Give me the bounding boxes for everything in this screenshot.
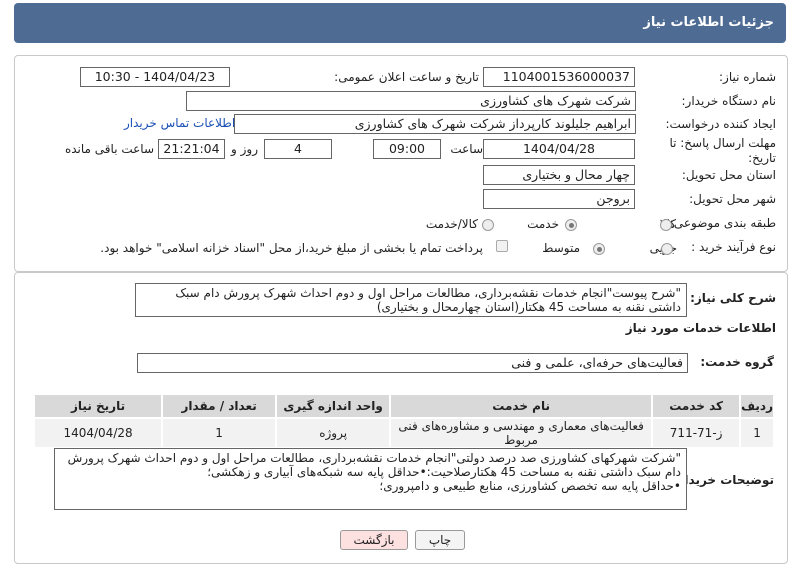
print-button[interactable]: چاپ xyxy=(415,530,465,550)
process-label: نوع فرآیند خرید : xyxy=(691,240,776,254)
requester-label: ایجاد کننده درخواست: xyxy=(665,117,776,131)
category-option-both-radio[interactable] xyxy=(482,219,494,231)
days-label: روز و xyxy=(231,142,258,156)
announce-field: 1404/04/23 - 10:30 xyxy=(80,67,230,87)
general-desc-textarea[interactable]: "شرح پیوست"انجام خدمات نقشه‌برداری، مطال… xyxy=(135,283,687,317)
buyer-org-field: شرکت شهرک های کشاورزی xyxy=(186,91,636,111)
treasury-payment-checkbox[interactable] xyxy=(496,240,508,252)
service-group-field: فعالیت‌های حرفه‌ای، علمی و فنی xyxy=(137,353,688,373)
page-header: جزئیات اطلاعات نیاز xyxy=(14,3,786,43)
deadline-time-field: 09:00 xyxy=(373,139,441,159)
services-table: ردیف کد خدمت نام خدمت واحد اندازه گیری ت… xyxy=(32,393,775,449)
remaining-label: ساعت باقی مانده xyxy=(64,142,154,156)
cell-name: فعالیت‌های معماری و مهندسی و مشاوره‌های … xyxy=(389,417,654,449)
process-option-medium-label: متوسط xyxy=(542,241,580,255)
category-option-service-label: خدمت xyxy=(527,217,559,231)
back-button[interactable]: بازگشت xyxy=(340,530,408,550)
col-header-date: تاریخ نیاز xyxy=(32,393,164,419)
cell-code: ز-71-711 xyxy=(651,417,742,449)
days-field: 4 xyxy=(264,139,332,159)
remaining-time-field: 21:21:04 xyxy=(158,139,225,159)
buyer-contact-link[interactable]: اطلاعات تماس خریدار xyxy=(124,116,235,130)
services-table-header: ردیف کد خدمت نام خدمت واحد اندازه گیری ت… xyxy=(32,393,775,419)
buyer-notes-line: دام سبک داشتی نقنه به مساحت 45 هکتارصلاح… xyxy=(207,465,681,479)
deadline-date-field: 1404/04/28 xyxy=(483,139,635,159)
announce-label: تاریخ و ساعت اعلان عمومی: xyxy=(334,70,479,84)
city-field: بروجن xyxy=(483,189,635,209)
category-option-goods-radio[interactable] xyxy=(660,219,672,231)
buyer-notes-line: "شرکت شهرکهای کشاورزی صد درصد دولتی"انجا… xyxy=(67,451,681,465)
category-label: طبقه بندی موضوعی: xyxy=(669,216,776,230)
cell-date: 1404/04/28 xyxy=(32,417,164,449)
service-group-label: گروه خدمت: xyxy=(700,355,774,369)
col-header-row: ردیف xyxy=(739,393,775,419)
col-header-qty: تعداد / مقدار xyxy=(161,393,278,419)
province-label: استان محل تحویل: xyxy=(681,168,776,182)
col-header-code: کد خدمت xyxy=(651,393,742,419)
city-label: شهر محل تحویل: xyxy=(689,192,776,206)
province-field: چهار محال و بختیاری xyxy=(483,165,635,185)
cell-qty: 1 xyxy=(161,417,278,449)
buyer-notes-textarea[interactable]: "شرکت شهرکهای کشاورزی صد درصد دولتی"انجا… xyxy=(54,448,687,510)
deadline-time-label: ساعت xyxy=(450,142,483,156)
category-option-both-label: کالا/خدمت xyxy=(425,217,478,231)
col-header-name: نام خدمت xyxy=(389,393,654,419)
treasury-payment-note: پرداخت تمام یا بخشی از مبلغ خرید،از محل … xyxy=(100,241,483,255)
page-title: جزئیات اطلاعات نیاز xyxy=(643,15,774,30)
need-number-field: 1104001536000037 xyxy=(483,67,635,87)
cell-unit: پروژه xyxy=(275,417,392,449)
services-section-title: اطلاعات خدمات مورد نیاز xyxy=(625,321,776,335)
process-option-minor-radio[interactable] xyxy=(661,243,673,255)
process-option-medium-radio[interactable] xyxy=(593,243,605,255)
buyer-notes-label: توضیحات خریدار: xyxy=(672,473,774,487)
deadline-label: مهلت ارسال پاسخ: تا تاریخ: xyxy=(669,136,776,165)
requester-field: ابراهیم جلیلوند کارپرداز شرکت شهرک های ک… xyxy=(234,114,636,134)
need-number-label: شماره نیاز: xyxy=(719,70,776,84)
buyer-notes-line: •حداقل پایه سه تخصص کشاورزی، منابع طبیعی… xyxy=(379,479,681,493)
table-row: 1 ز-71-711 فعالیت‌های معماری و مهندسی و … xyxy=(32,417,775,449)
cell-row: 1 xyxy=(739,417,775,449)
general-desc-label: شرح کلی نیاز: xyxy=(690,291,776,305)
col-header-unit: واحد اندازه گیری xyxy=(275,393,392,419)
category-option-service-radio[interactable] xyxy=(565,219,577,231)
buyer-org-label: نام دستگاه خریدار: xyxy=(681,94,777,108)
